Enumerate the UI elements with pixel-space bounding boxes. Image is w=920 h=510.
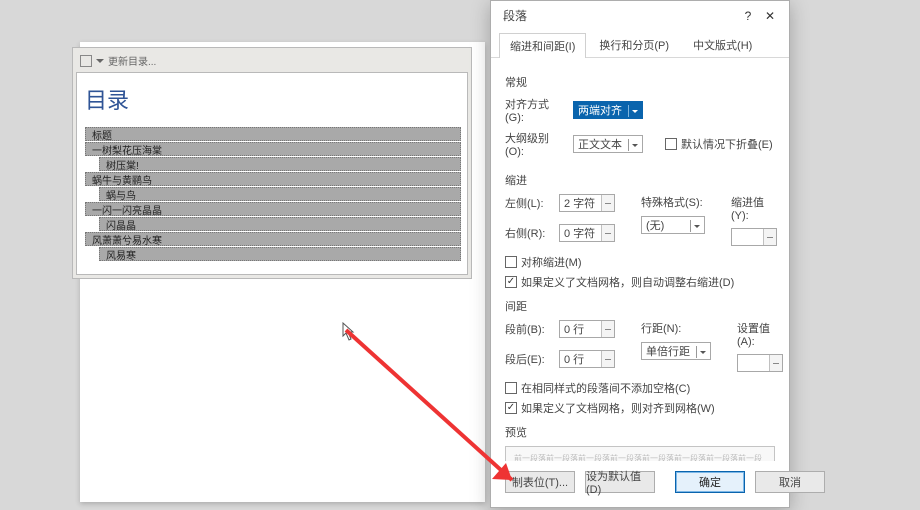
- toc-row[interactable]: 蜗牛与黄鹂鸟: [85, 172, 461, 186]
- indent-by-label: 缩进值(Y):: [731, 194, 777, 222]
- cursor-icon: [342, 322, 356, 342]
- at-spinner[interactable]: [737, 354, 783, 372]
- left-indent-label: 左侧(L):: [505, 195, 553, 211]
- tab-indent-spacing[interactable]: 缩进和间距(I): [499, 33, 586, 58]
- alignment-value: 两端对齐: [578, 102, 622, 118]
- right-indent-value: 0 字符: [564, 225, 595, 241]
- line-spacing-value: 单倍行距: [646, 343, 690, 359]
- alignment-select[interactable]: 两端对齐: [573, 101, 643, 119]
- chevron-down-icon: [628, 139, 640, 151]
- ok-button[interactable]: 确定: [675, 471, 745, 493]
- special-value: (无): [646, 217, 664, 233]
- chevron-down-icon: [96, 59, 104, 67]
- checkbox-icon: ✓: [505, 402, 517, 414]
- outline-value: 正文文本: [578, 136, 622, 152]
- no-space-same-style-label: 在相同样式的段落间不添加空格(C): [521, 380, 690, 396]
- alignment-label: 对齐方式(G):: [505, 96, 567, 124]
- toc-update-label[interactable]: 更新目录...: [108, 53, 156, 68]
- group-indent: 缩进: [505, 172, 775, 188]
- toc-row[interactable]: 闪晶晶: [99, 217, 461, 231]
- group-general: 常规: [505, 74, 775, 90]
- preview-box: 前一段落前一段落前一段落前一段落前一段落前一段落前一段落前一段落前一段落前一段落…: [505, 446, 775, 461]
- right-indent-spinner[interactable]: 0 字符: [559, 224, 615, 242]
- space-after-label: 段后(E):: [505, 351, 553, 367]
- help-button[interactable]: ?: [737, 9, 759, 23]
- set-default-button[interactable]: 设为默认值(D): [585, 471, 655, 493]
- line-spacing-select[interactable]: 单倍行距: [641, 342, 711, 360]
- dialog-body: 常规 对齐方式(G): 两端对齐 大纲级别(O): 正文文本 默认情况下折叠(E…: [491, 58, 789, 461]
- mirror-indent-label: 对称缩进(M): [521, 254, 582, 270]
- toc-menu-icon: [80, 55, 92, 67]
- chevron-down-icon: [696, 346, 708, 358]
- toc-body: 目录 标题一树梨花压海棠树压棠!蜗牛与黄鹂鸟蜗与鸟一闪一闪亮晶晶闪晶晶风萧萧兮易…: [76, 72, 468, 275]
- checkbox-icon: [665, 138, 677, 150]
- indent-by-spinner[interactable]: [731, 228, 777, 246]
- special-select[interactable]: (无): [641, 216, 705, 234]
- paragraph-dialog: 段落 ? ✕ 缩进和间距(I) 换行和分页(P) 中文版式(H) 常规 对齐方式…: [490, 0, 790, 508]
- toc-title: 目录: [85, 83, 461, 115]
- space-before-spinner[interactable]: 0 行: [559, 320, 615, 338]
- toc-row[interactable]: 标题: [85, 127, 461, 141]
- auto-adjust-indent-checkbox[interactable]: ✓ 如果定义了文档网格，则自动调整右缩进(D): [505, 274, 775, 290]
- dialog-titlebar: 段落 ? ✕: [491, 1, 789, 27]
- collapse-label: 默认情况下折叠(E): [681, 136, 773, 152]
- checkbox-icon: ✓: [505, 276, 517, 288]
- space-after-value: 0 行: [564, 351, 584, 367]
- snap-grid-label: 如果定义了文档网格，则对齐到网格(W): [521, 400, 715, 416]
- group-spacing: 间距: [505, 298, 775, 314]
- cancel-button[interactable]: 取消: [755, 471, 825, 493]
- toc-row[interactable]: 风易寒: [99, 247, 461, 261]
- at-label: 设置值(A):: [737, 320, 783, 348]
- dialog-title: 段落: [503, 7, 527, 24]
- outline-select[interactable]: 正文文本: [573, 135, 643, 153]
- toc-row[interactable]: 一树梨花压海棠: [85, 142, 461, 156]
- checkbox-icon: [505, 256, 517, 268]
- chevron-down-icon: [690, 220, 702, 232]
- auto-adjust-indent-label: 如果定义了文档网格，则自动调整右缩进(D): [521, 274, 734, 290]
- tab-line-page-breaks[interactable]: 换行和分页(P): [588, 32, 680, 57]
- space-after-spinner[interactable]: 0 行: [559, 350, 615, 368]
- left-indent-spinner[interactable]: 2 字符: [559, 194, 615, 212]
- toc-row[interactable]: 一闪一闪亮晶晶: [85, 202, 461, 216]
- space-before-label: 段前(B):: [505, 321, 553, 337]
- group-preview: 预览: [505, 424, 775, 440]
- chevron-down-icon: [628, 105, 640, 117]
- toc-row[interactable]: 风萧萧兮易水寒: [85, 232, 461, 246]
- snap-grid-checkbox[interactable]: ✓ 如果定义了文档网格，则对齐到网格(W): [505, 400, 775, 416]
- no-space-same-style-checkbox[interactable]: 在相同样式的段落间不添加空格(C): [505, 380, 775, 396]
- outline-label: 大纲级别(O):: [505, 130, 567, 158]
- line-spacing-label: 行距(N):: [641, 320, 711, 336]
- collapse-checkbox[interactable]: 默认情况下折叠(E): [665, 136, 773, 152]
- tab-strip: 缩进和间距(I) 换行和分页(P) 中文版式(H): [491, 32, 789, 58]
- tab-asian-typography[interactable]: 中文版式(H): [682, 32, 763, 57]
- toc-header[interactable]: 更新目录...: [76, 51, 468, 72]
- left-indent-value: 2 字符: [564, 195, 595, 211]
- dialog-buttons: 制表位(T)... 设为默认值(D) 确定 取消: [491, 461, 789, 507]
- space-before-value: 0 行: [564, 321, 584, 337]
- toc-row[interactable]: 树压棠!: [99, 157, 461, 171]
- right-indent-label: 右侧(R):: [505, 225, 553, 241]
- checkbox-icon: [505, 382, 517, 394]
- toc-container: 更新目录... 目录 标题一树梨花压海棠树压棠!蜗牛与黄鹂鸟蜗与鸟一闪一闪亮晶晶…: [72, 47, 472, 279]
- close-button[interactable]: ✕: [759, 9, 781, 23]
- mirror-indent-checkbox[interactable]: 对称缩进(M): [505, 254, 775, 270]
- toc-row[interactable]: 蜗与鸟: [99, 187, 461, 201]
- tabstops-button[interactable]: 制表位(T)...: [505, 471, 575, 493]
- special-label: 特殊格式(S):: [641, 194, 705, 210]
